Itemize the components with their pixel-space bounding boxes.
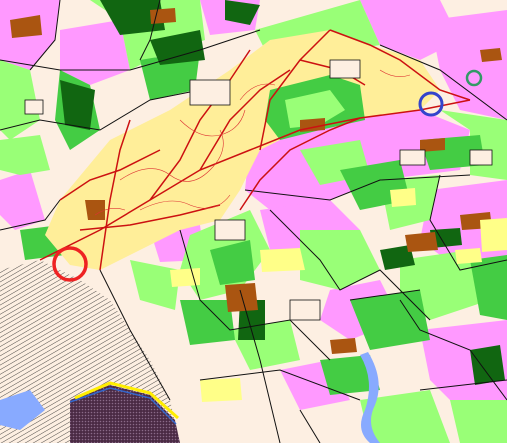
land-use-map[interactable]	[0, 0, 507, 443]
map-view[interactable]	[0, 0, 507, 443]
